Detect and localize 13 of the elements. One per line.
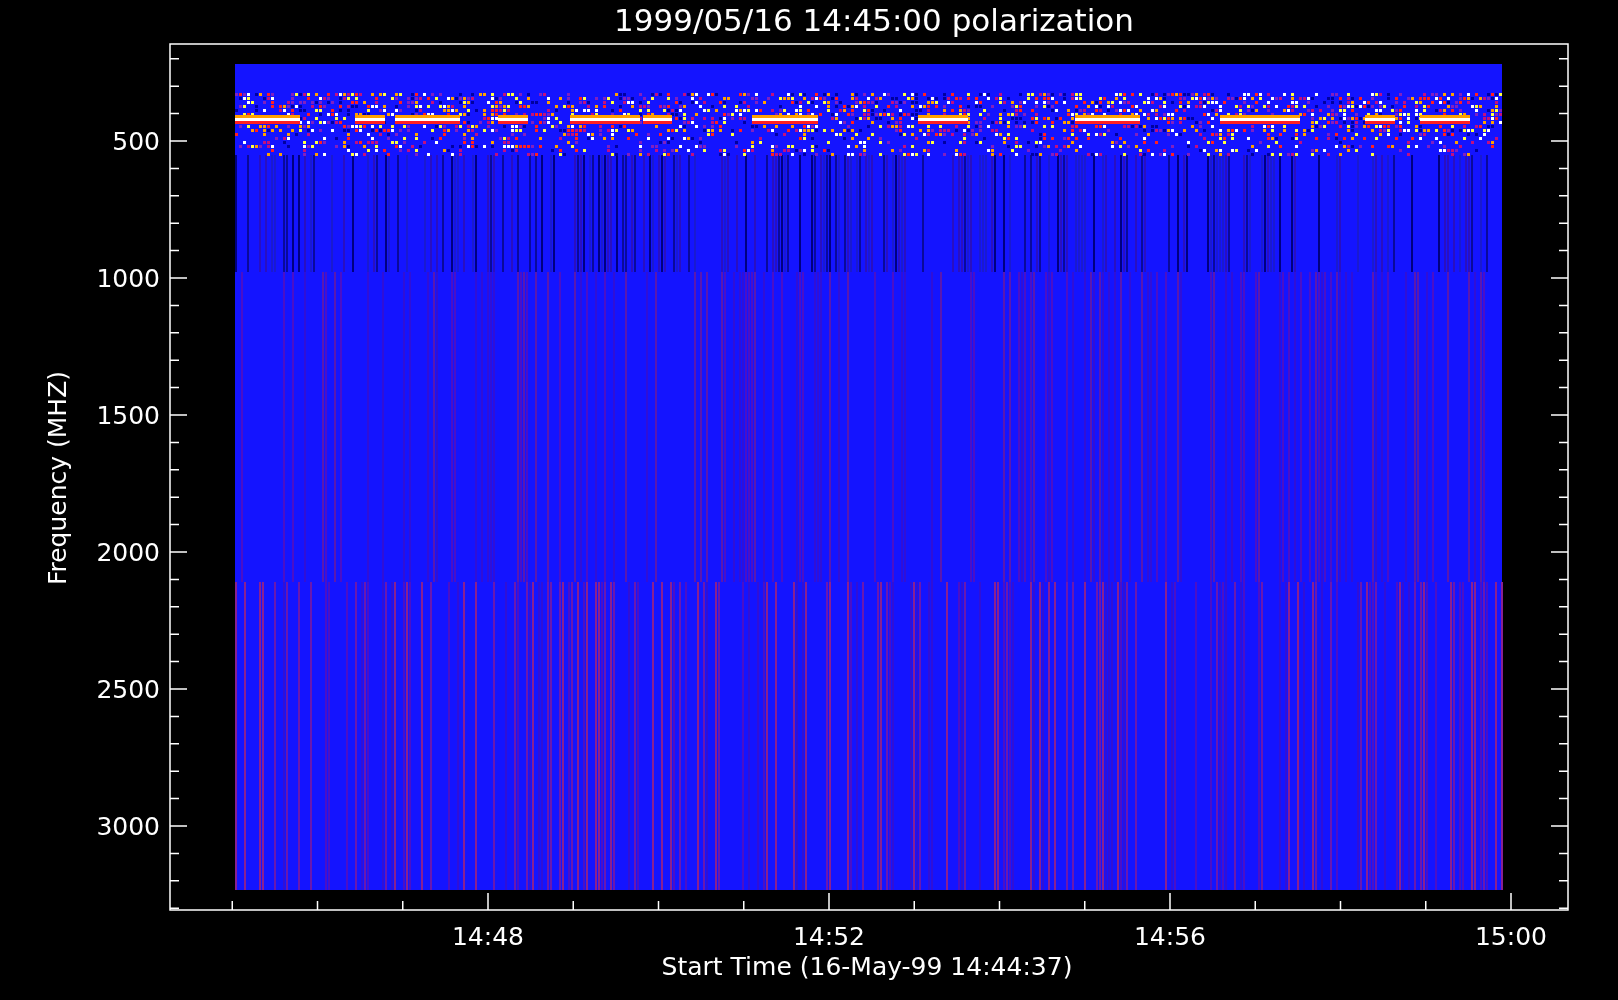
y-tick-label: 3000	[96, 812, 160, 841]
y-tick-label: 1000	[96, 264, 160, 293]
y-tick-label: 1500	[96, 401, 160, 430]
x-axis-label: Start Time (16-May-99 14:44:37)	[661, 952, 1073, 981]
plot-title: 1999/05/16 14:45:00 polarization	[614, 2, 1134, 38]
y-axis-label: Frequency (MHZ)	[43, 370, 72, 586]
y-tick-label: 2000	[96, 538, 160, 567]
y-tick-label: 500	[112, 127, 160, 156]
y-tick-label: 2500	[96, 675, 160, 704]
x-tick-label: 14:52	[793, 922, 865, 951]
x-tick-label: 15:00	[1475, 922, 1547, 951]
x-tick-label: 14:48	[452, 922, 524, 951]
x-tick-label: 14:56	[1134, 922, 1206, 951]
